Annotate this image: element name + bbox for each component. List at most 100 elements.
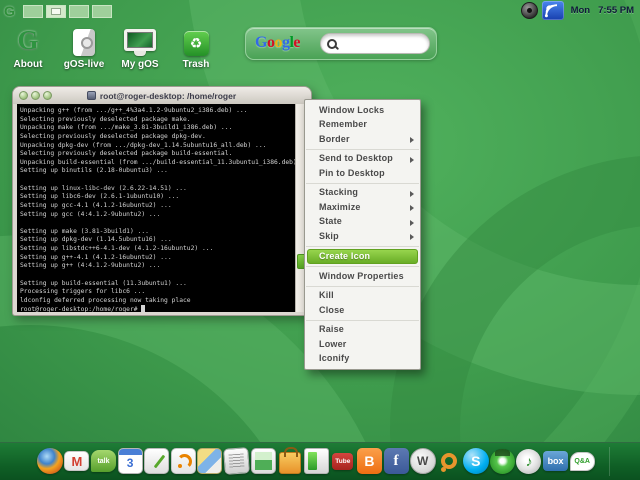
- dock-icon-rhythmbox[interactable]: ♪: [516, 446, 543, 476]
- window-button-2[interactable]: [31, 91, 40, 100]
- monitor-stand: [134, 51, 146, 56]
- menu-item-label: Create Icon: [319, 250, 371, 261]
- submenu-arrow-icon: [410, 156, 414, 163]
- clock[interactable]: Mon 7:55 PM: [571, 5, 634, 16]
- google-search-widget: Google: [245, 27, 437, 60]
- menu-item-create-icon[interactable]: Create Icon: [307, 248, 418, 264]
- terminal-line: ldconfig deferred processing now taking …: [20, 296, 191, 304]
- dock-icon-skype[interactable]: S: [462, 446, 490, 476]
- menu-item-state[interactable]: State: [305, 215, 420, 230]
- dock-icon-firefox[interactable]: [37, 446, 64, 476]
- trash-glyph: ♻: [183, 31, 209, 56]
- gos-live-icon: [73, 26, 95, 56]
- meebo-icon: [441, 453, 458, 472]
- blogger-icon: B: [356, 448, 382, 474]
- menu-item-lower[interactable]: Lower: [305, 337, 420, 352]
- context-menu: Window Locks Remember Border Send to Deskto…: [304, 99, 421, 370]
- menu-item-stacking[interactable]: Stacking: [305, 186, 420, 201]
- pager-desktop-2[interactable]: [45, 4, 66, 18]
- volume-icon[interactable]: [520, 2, 538, 19]
- dock-icon-facebook[interactable]: f: [383, 446, 410, 476]
- dock-icon-google-maps[interactable]: [197, 446, 224, 476]
- desktop-icons: G About gOS-live My gOS ♻ Trash: [0, 25, 224, 70]
- dock-icon-google-calendar[interactable]: 3: [117, 446, 144, 476]
- dock-icons: Mtalk 3 Tube Bf W S ♪ box Q&A: [37, 446, 595, 476]
- desktop-icon-about[interactable]: G About: [0, 25, 56, 70]
- terminal-line: Unpacking build-essential (from .../buil…: [20, 158, 295, 166]
- terminal-line: Setting up g++ (4:4.1.2-9ubuntu2) ...: [20, 262, 161, 270]
- pager-desktop-1[interactable]: [22, 4, 43, 18]
- dock-icon-xine[interactable]: [489, 446, 516, 476]
- menu-separator: [306, 148, 419, 150]
- dock-icon-box-net[interactable]: box: [542, 446, 569, 476]
- terminal-line: Setting up linux-libc-dev (2.6.22-14.51)…: [20, 184, 187, 192]
- terminal-output[interactable]: Unpacking g++ (from .../g++_4%3a4.1.2-9u…: [17, 104, 295, 312]
- menu-item-window-properties[interactable]: Window Properties: [305, 269, 420, 284]
- terminal-line: Selecting previously deselected package …: [20, 150, 233, 158]
- terminal-line: Setting up make (3.81-3build1) ...: [20, 227, 149, 235]
- gmail-icon: M: [64, 451, 90, 471]
- dock-icon-google-reader[interactable]: [170, 446, 197, 476]
- menu-item-iconify[interactable]: Iconify: [305, 352, 420, 367]
- google-talk-icon: talk: [90, 450, 116, 472]
- youtube-icon: Tube: [332, 452, 354, 470]
- menu-item-raise[interactable]: Raise: [305, 323, 420, 338]
- window-button-3[interactable]: [43, 91, 52, 100]
- menu-item-window-locks[interactable]: Window Locks: [305, 103, 420, 118]
- terminal-icon: [86, 91, 96, 100]
- menu-item-border[interactable]: Border: [305, 132, 420, 147]
- terminal-titlebar[interactable]: root@roger-desktop: /home/roger: [13, 87, 311, 104]
- menu-item-skip[interactable]: Skip: [305, 229, 420, 244]
- dock-icon-google-shopping[interactable]: [276, 446, 303, 476]
- dock-icon-google-docs[interactable]: [143, 446, 170, 476]
- menu-item-label: Border: [319, 133, 350, 144]
- terminal-line: Setting up gcc-4.1 (4.1.2-16ubuntu2) ...: [20, 201, 172, 209]
- menu-item-remember[interactable]: Remember: [305, 118, 420, 133]
- gos-desktop: G Mon 7:55 PM G About gOS-live My gOS ♻: [0, 0, 640, 480]
- top-panel: G Mon 7:55 PM: [0, 0, 640, 22]
- dock-icon-google-news[interactable]: [223, 446, 250, 476]
- menu-item-send-to-desktop[interactable]: Send to Desktop: [305, 152, 420, 167]
- dock-icon-google-talk[interactable]: talk: [90, 446, 117, 476]
- dock-icon-picasa[interactable]: [250, 446, 277, 476]
- terminal-line: Unpacking dpkg-dev (from .../dpkg-dev_1.…: [20, 141, 267, 149]
- terminal-line: Selecting previously deselected package …: [20, 115, 191, 123]
- dock-icon-qa[interactable]: Q&A: [569, 446, 596, 476]
- wikipedia-icon: W: [409, 448, 436, 474]
- dock-icon-blogger[interactable]: B: [356, 446, 383, 476]
- google-logo-letter: G: [255, 34, 267, 51]
- menu-item-label: State: [319, 216, 343, 226]
- submenu-arrow-icon: [410, 137, 414, 143]
- menu-item-maximize[interactable]: Maximize: [305, 200, 420, 215]
- menu-item-pin-to-desktop[interactable]: Pin to Desktop: [305, 166, 420, 181]
- dock-icon-wikipedia[interactable]: W: [409, 446, 436, 476]
- dock-icon-gos-store[interactable]: [303, 446, 330, 476]
- desktop-icon-trash[interactable]: ♻ Trash: [168, 26, 224, 70]
- dock-icon-meebo[interactable]: [436, 446, 463, 476]
- desktop-icon-label: My gOS: [121, 59, 159, 70]
- my-gos-icon: [124, 26, 156, 56]
- window-title: root@roger-desktop: /home/roger: [99, 90, 237, 101]
- clock-time: 7:55 PM: [598, 5, 634, 16]
- pager-desktop-4[interactable]: [91, 4, 112, 18]
- menu-item-kill[interactable]: Kill: [305, 289, 420, 304]
- terminal-line: Setting up binutils (2.18-0ubuntu3) ...: [20, 167, 168, 175]
- dock-icon-gmail[interactable]: M: [64, 446, 91, 476]
- picasa-icon: [250, 448, 276, 474]
- pager-desktop-3[interactable]: [68, 4, 89, 18]
- menu-item-close[interactable]: Close: [305, 303, 420, 318]
- wifi-icon[interactable]: [541, 1, 564, 20]
- terminal-line: Processing triggers for libc6 ...: [20, 288, 146, 296]
- gos-store-icon: [303, 448, 329, 474]
- about-icon: G: [17, 25, 38, 56]
- menu-item-label: Send to Desktop: [319, 153, 394, 163]
- desktop-icon-my-gos[interactable]: My gOS: [112, 26, 168, 70]
- desktop-icon-gos-live[interactable]: gOS-live: [56, 26, 112, 70]
- submenu-arrow-icon: [410, 219, 414, 226]
- terminal-line: Setting up libstdc++6-4.1-dev (4.1.2-16u…: [20, 245, 214, 252]
- gos-logo-icon[interactable]: G: [4, 3, 15, 19]
- dock-icon-youtube[interactable]: Tube: [330, 446, 357, 476]
- terminal-window[interactable]: root@roger-desktop: /home/roger Unpackin…: [12, 86, 312, 316]
- submenu-arrow-icon: [410, 205, 414, 211]
- window-button-1[interactable]: [19, 91, 28, 100]
